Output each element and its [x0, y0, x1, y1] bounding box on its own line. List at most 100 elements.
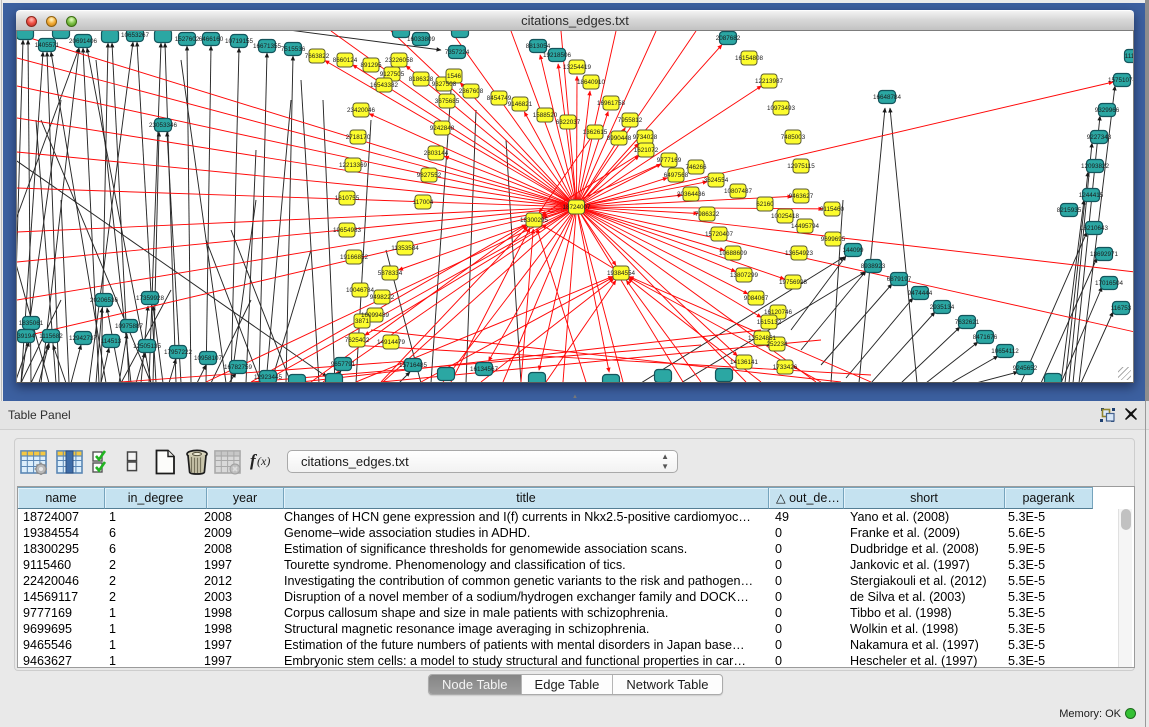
svg-text:12975115: 12975115 — [787, 163, 815, 170]
svg-text:8660124: 8660124 — [333, 57, 358, 64]
svg-text:14914479: 14914479 — [377, 339, 406, 346]
svg-text:23053346: 23053346 — [149, 122, 178, 129]
svg-text:10975887: 10975887 — [115, 323, 144, 330]
svg-text:62160: 62160 — [756, 201, 774, 208]
svg-text:8990448: 8990448 — [607, 135, 632, 142]
svg-text:12093822: 12093822 — [1081, 163, 1110, 170]
svg-text:(x): (x) — [257, 454, 270, 468]
svg-text:20691406: 20691406 — [69, 38, 98, 45]
svg-text:9227343: 9227343 — [1087, 134, 1112, 141]
svg-text:9242848: 9242848 — [430, 125, 455, 132]
svg-text:1835061: 1835061 — [19, 320, 44, 327]
svg-text:16154808: 16154808 — [735, 55, 764, 62]
svg-text:7955812: 7955812 — [618, 117, 643, 124]
svg-text:1405571: 1405571 — [35, 42, 60, 49]
svg-text:6322037: 6322037 — [556, 119, 581, 126]
svg-text:10688609: 10688609 — [719, 250, 748, 257]
svg-text:7986322: 7986322 — [695, 211, 720, 218]
svg-text:117004: 117004 — [413, 199, 434, 206]
svg-text:12923445: 12923445 — [254, 374, 283, 381]
svg-text:10973493: 10973493 — [767, 105, 796, 112]
svg-text:2367608: 2367608 — [459, 88, 484, 95]
svg-text:19166852: 19166852 — [340, 254, 369, 261]
svg-text:12505135: 12505135 — [133, 343, 162, 350]
svg-text:9474444: 9474444 — [908, 290, 933, 297]
svg-text:15716485: 15716485 — [399, 362, 428, 369]
svg-text:2803144: 2803144 — [424, 150, 449, 157]
svg-text:1610755: 1610755 — [335, 195, 360, 202]
svg-text:16782759: 16782759 — [224, 364, 253, 371]
svg-text:13654923: 13654923 — [785, 250, 814, 257]
svg-text:891295: 891295 — [360, 62, 382, 69]
svg-text:10654112: 10654112 — [991, 348, 1019, 355]
svg-text:16648784: 16648784 — [873, 94, 902, 101]
svg-text:7632621: 7632621 — [955, 319, 980, 326]
svg-text:9463627: 9463627 — [789, 193, 814, 200]
svg-text:7625402: 7625402 — [345, 337, 370, 344]
svg-text:17016504: 17016504 — [1095, 280, 1124, 287]
svg-text:15720407: 15720407 — [705, 231, 734, 238]
svg-text:20364436: 20364436 — [677, 191, 706, 198]
svg-text:1527602: 1527602 — [175, 36, 200, 43]
svg-text:18300295: 18300295 — [520, 217, 549, 224]
svg-text:14136141: 14136141 — [730, 359, 759, 366]
svg-text:9245652: 9245652 — [1013, 365, 1038, 372]
svg-text:16120746: 16120746 — [764, 309, 793, 316]
svg-text:7357224: 7357224 — [445, 49, 470, 56]
svg-text:114513: 114513 — [101, 338, 122, 345]
svg-text:10807487: 10807487 — [724, 188, 753, 195]
svg-text:18724007: 18724007 — [562, 204, 591, 211]
svg-text:13254419: 13254419 — [563, 64, 592, 71]
svg-text:9734028: 9734028 — [633, 134, 658, 141]
svg-text:17957222: 17957222 — [164, 349, 193, 356]
svg-text:746266: 746266 — [685, 164, 707, 171]
svg-text:1733426: 1733426 — [773, 364, 798, 371]
svg-text:10653267: 10653267 — [121, 32, 150, 39]
svg-text:6879197: 6879197 — [887, 276, 912, 283]
svg-text:15751074: 15751074 — [1108, 77, 1134, 84]
svg-text:16543382: 16543382 — [370, 82, 399, 89]
svg-text:116753: 116753 — [1111, 305, 1132, 312]
svg-text:9084067: 9084067 — [744, 295, 769, 302]
svg-text:6466160: 6466160 — [199, 36, 224, 43]
svg-text:2935134: 2935134 — [930, 304, 955, 311]
svg-text:18640910: 18640910 — [577, 79, 606, 86]
svg-text:12213987: 12213987 — [755, 78, 784, 85]
svg-text:9327508: 9327508 — [432, 81, 457, 88]
svg-text:16134567: 16134567 — [470, 366, 499, 373]
svg-text:10958107: 10958107 — [194, 355, 223, 362]
svg-text:7515536: 7515536 — [281, 46, 306, 53]
svg-text:13692971: 13692971 — [1090, 251, 1119, 258]
svg-text:1546: 1546 — [447, 73, 462, 80]
svg-text:12942737: 12942737 — [69, 335, 98, 342]
svg-text:9498222: 9498222 — [370, 294, 395, 301]
svg-text:19384554: 19384554 — [607, 270, 636, 277]
svg-text:16961758: 16961758 — [597, 100, 626, 107]
svg-text:16671355: 16671355 — [253, 43, 282, 50]
svg-text:9115460: 9115460 — [820, 206, 845, 213]
svg-text:10719155: 10719155 — [225, 38, 254, 45]
svg-text:1115682: 1115682 — [39, 333, 63, 340]
svg-text:10046784: 10046784 — [346, 287, 375, 294]
svg-text:1362615: 1362615 — [583, 129, 608, 136]
svg-text:8215935: 8215935 — [1057, 207, 1082, 214]
svg-text:9827552: 9827552 — [417, 172, 442, 179]
svg-text:10025418: 10025418 — [771, 213, 800, 220]
svg-text:19218506: 19218506 — [543, 52, 572, 59]
svg-text:14495794: 14495794 — [791, 223, 820, 230]
svg-text:19654983: 19654983 — [333, 227, 362, 234]
svg-text:16210643: 16210643 — [1080, 225, 1109, 232]
svg-text:8813054: 8813054 — [526, 43, 551, 50]
svg-text:9777169: 9777169 — [657, 157, 682, 164]
svg-text:9146821: 9146821 — [508, 101, 533, 108]
svg-text:2718170: 2718170 — [346, 134, 371, 141]
svg-text:8186328: 8186328 — [409, 76, 434, 83]
svg-text:23226058: 23226058 — [385, 57, 414, 64]
svg-text:16033809: 16033809 — [407, 36, 436, 43]
svg-text:2087682: 2087682 — [716, 35, 741, 42]
svg-text:8938923: 8938923 — [861, 263, 886, 270]
svg-text:9699695: 9699695 — [821, 236, 846, 243]
svg-text:23420046: 23420046 — [347, 107, 376, 114]
svg-text:1244415: 1244415 — [1079, 192, 1104, 199]
svg-text:39194: 39194 — [17, 333, 35, 340]
